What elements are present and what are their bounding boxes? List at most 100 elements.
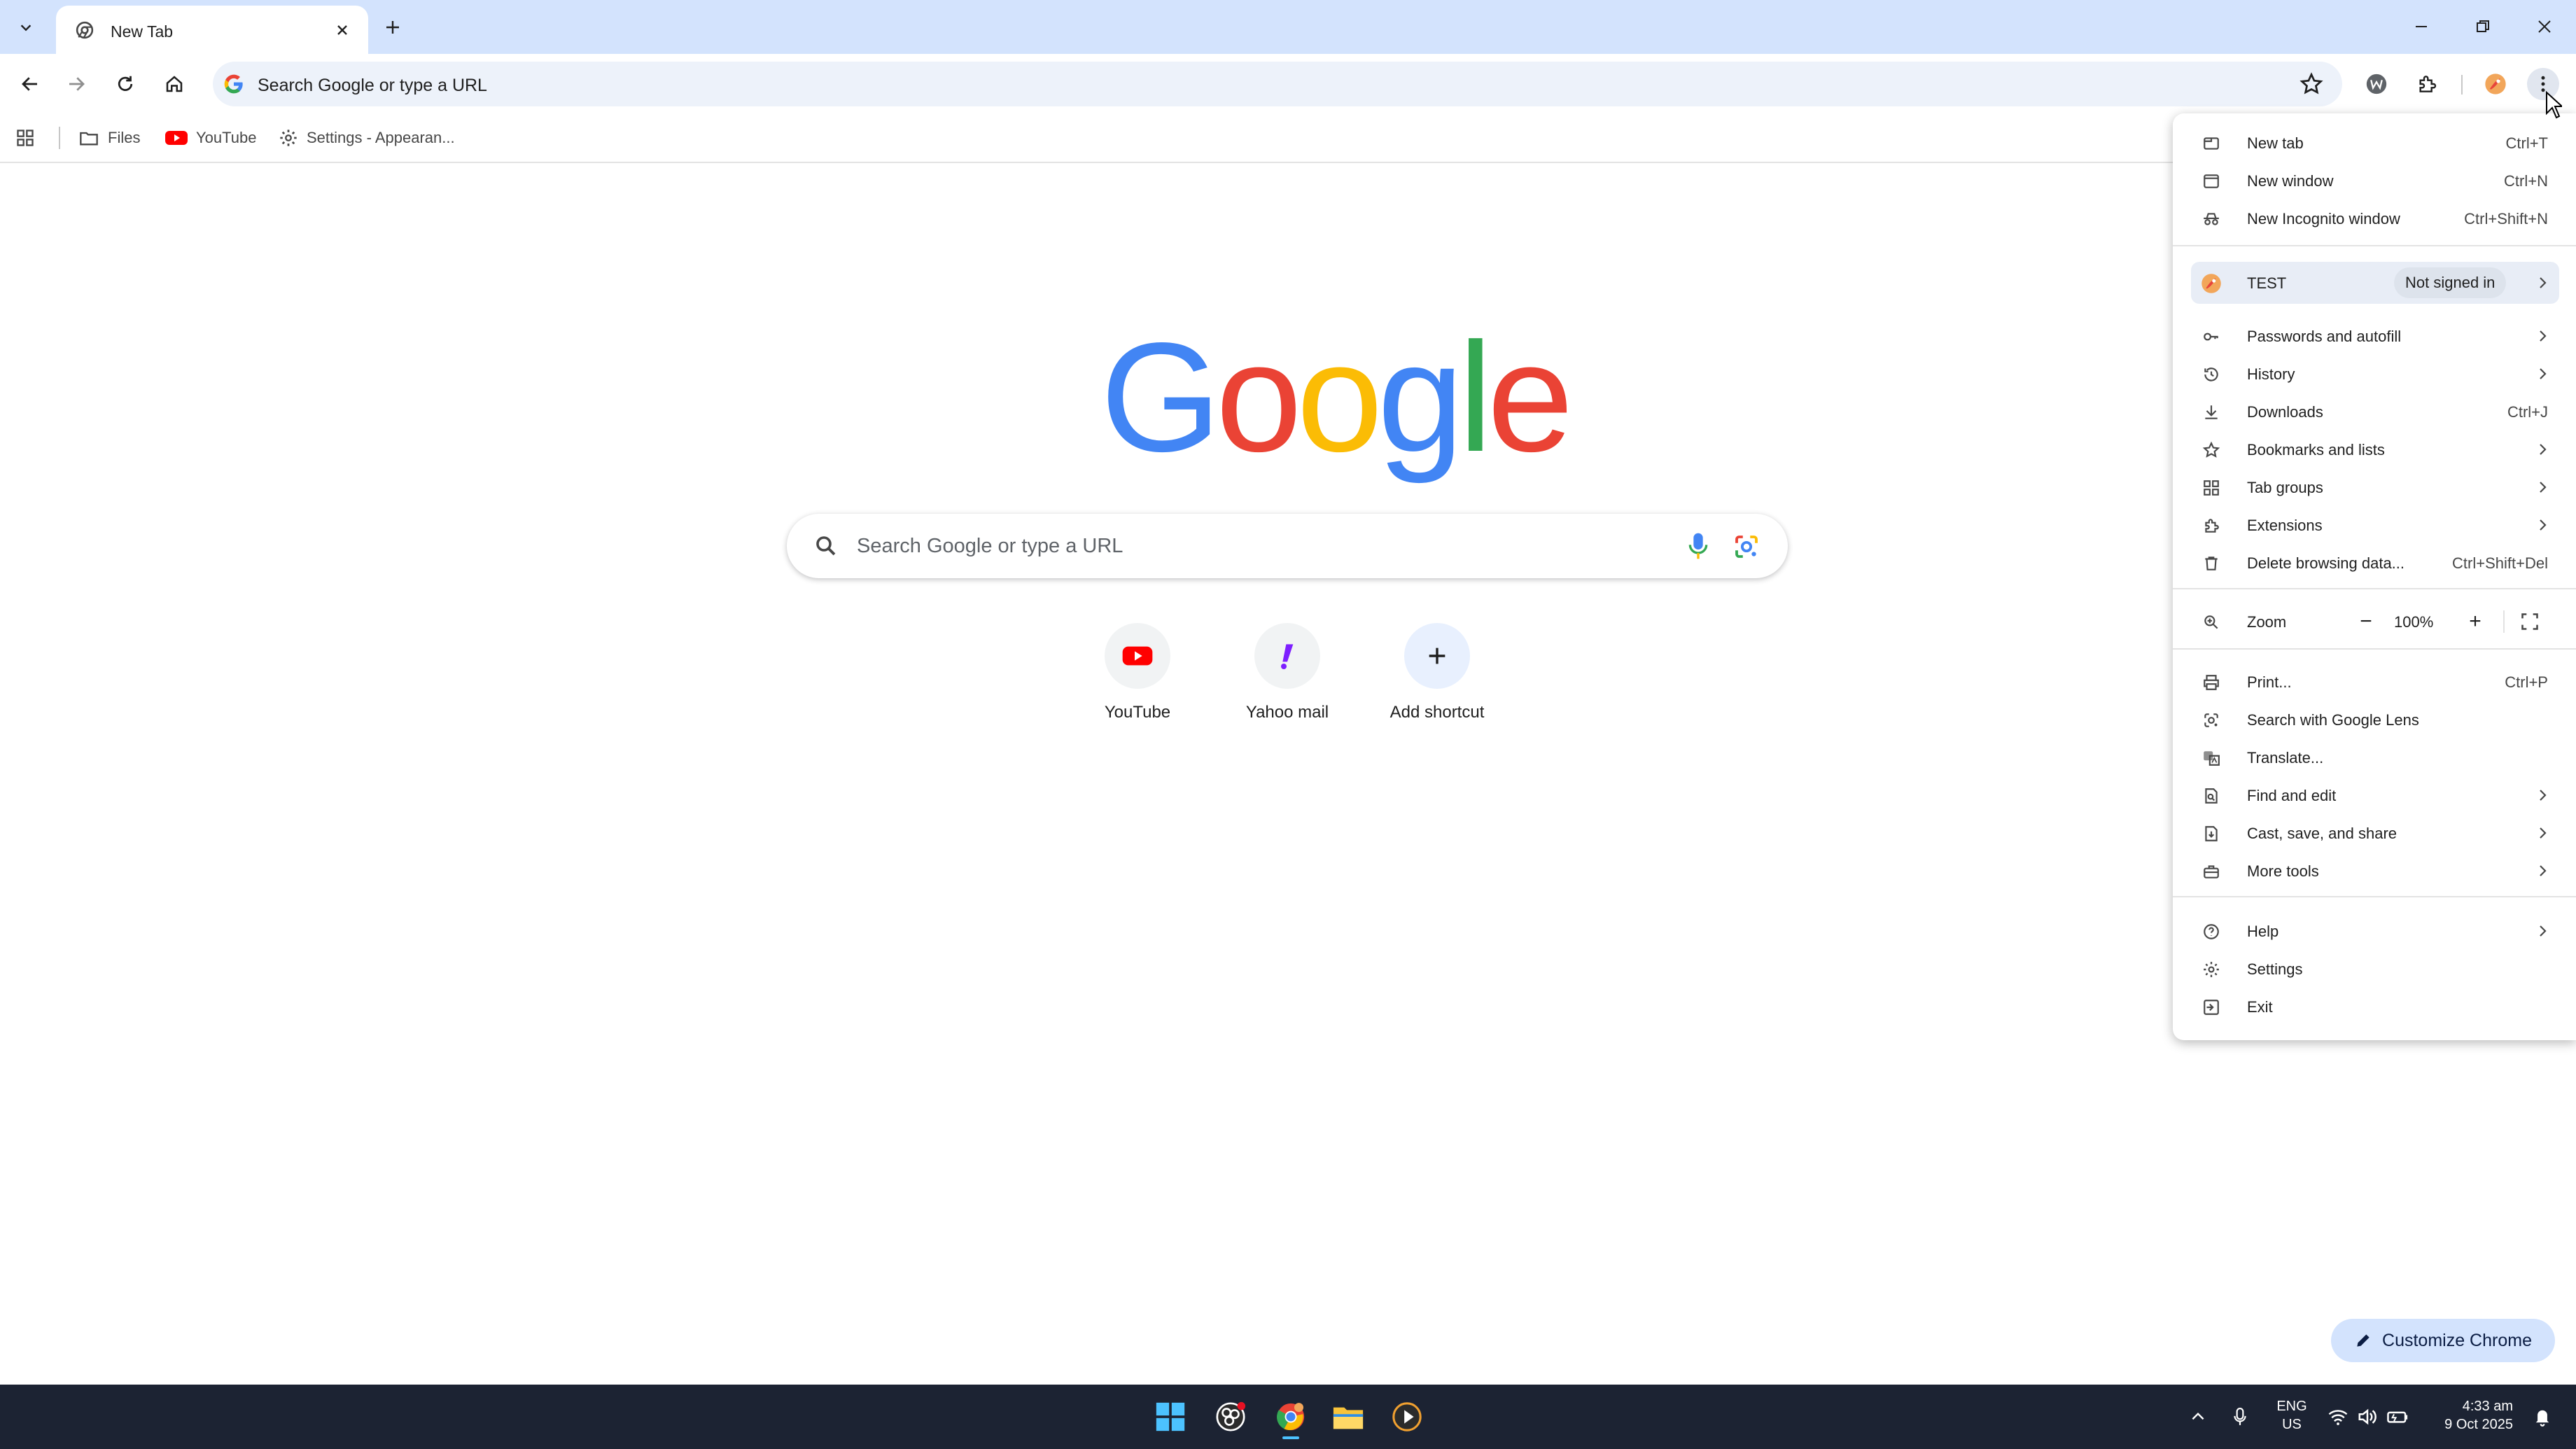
search-icon — [816, 536, 836, 556]
menu-item-print[interactable]: Print... Ctrl+P — [2173, 664, 2576, 700]
new-tab-icon — [2204, 137, 2219, 150]
taskbar-app-chrome[interactable] — [1271, 1397, 1310, 1439]
tab-close-button[interactable] — [333, 21, 351, 39]
taskbar-app-obs[interactable] — [1211, 1397, 1250, 1436]
menu-item-settings[interactable]: Settings — [2173, 951, 2576, 987]
menu-item-profile[interactable]: TEST Not signed in — [2191, 262, 2559, 304]
gear-icon — [280, 130, 297, 146]
bookmark-files[interactable]: Files — [78, 124, 140, 152]
start-button[interactable] — [1151, 1397, 1190, 1436]
restore-button[interactable] — [2458, 10, 2507, 43]
network-volume-battery-button[interactable] — [2323, 1397, 2414, 1436]
close-window-button[interactable] — [2520, 10, 2569, 43]
menu-item-cast-save-share[interactable]: Cast, save, and share — [2173, 815, 2576, 851]
menu-item-exit[interactable]: Exit — [2173, 988, 2576, 1025]
bookmark-settings-appearance[interactable]: Settings - Appearan... — [279, 124, 455, 152]
back-button[interactable] — [14, 68, 46, 100]
menu-item-label: Settings — [2247, 960, 2303, 978]
language-indicator[interactable]: ENG US — [2272, 1397, 2311, 1434]
menu-item-new-window[interactable]: New window Ctrl+N — [2173, 162, 2576, 199]
menu-item-label: Bookmarks and lists — [2247, 441, 2385, 458]
shortcut-add[interactable]: Add shortcut — [1364, 623, 1511, 735]
customize-chrome-label: Customize Chrome — [2382, 1330, 2532, 1350]
menu-item-extensions[interactable]: Extensions — [2173, 507, 2576, 543]
zoom-in-button[interactable]: + — [2461, 608, 2489, 636]
chevron-right-icon — [2540, 330, 2547, 342]
cast-save-icon — [2205, 826, 2218, 841]
ntp-search-box[interactable]: Search Google or type a URL — [787, 514, 1788, 578]
bookmark-youtube[interactable]: YouTube — [165, 124, 256, 152]
microphone-icon — [2234, 1408, 2246, 1425]
logo-letter: e — [1487, 311, 1574, 484]
clock[interactable]: 4:33 am 9 Oct 2025 — [2429, 1397, 2513, 1434]
chrome-icon — [1277, 1403, 1305, 1431]
menu-item-translate[interactable]: Translate... — [2173, 739, 2576, 776]
apps-button[interactable] — [15, 124, 35, 152]
account-extension-button[interactable] — [2360, 68, 2393, 100]
minimize-button[interactable] — [2397, 10, 2446, 43]
tab-strip: New Tab — [0, 0, 2576, 55]
taskbar-app-file-explorer[interactable] — [1329, 1397, 1368, 1436]
logo-letter: o — [1215, 311, 1303, 484]
address-bar[interactable]: Search Google or type a URL — [213, 62, 2342, 106]
reload-button[interactable] — [109, 68, 141, 100]
shortcut-yahoo-mail[interactable]: Yahoo mail — [1214, 623, 1361, 735]
menu-item-help[interactable]: Help — [2173, 913, 2576, 949]
menu-item-shortcut: Ctrl+N — [2504, 172, 2548, 190]
yahoo-icon — [1281, 644, 1294, 669]
tab-groups-icon — [2204, 480, 2219, 496]
printer-icon — [2204, 675, 2219, 690]
key-icon — [2204, 332, 2218, 341]
home-button[interactable] — [158, 68, 190, 100]
taskbar-app-media-player[interactable] — [1387, 1397, 1427, 1436]
menu-item-label: Print... — [2247, 673, 2292, 691]
menu-item-new-tab[interactable]: New tab Ctrl+T — [2173, 125, 2576, 161]
profile-button[interactable] — [2479, 68, 2512, 100]
new-tab-button[interactable] — [378, 13, 407, 42]
google-lens-icon[interactable] — [1732, 532, 1761, 561]
translate-icon — [2204, 751, 2220, 766]
menu-item-shortcut: Ctrl+J — [2507, 403, 2548, 421]
menu-item-history[interactable]: History — [2173, 356, 2576, 392]
chevron-right-icon — [2540, 519, 2547, 531]
menu-item-find-and-edit[interactable]: Find and edit — [2173, 777, 2576, 813]
menu-item-label: Passwords and autofill — [2247, 328, 2402, 345]
menu-item-new-incognito[interactable]: New Incognito window Ctrl+Shift+N — [2173, 200, 2576, 237]
fullscreen-icon[interactable] — [2520, 612, 2540, 631]
folder-icon — [80, 132, 98, 146]
menu-item-passwords[interactable]: Passwords and autofill — [2173, 318, 2576, 354]
chevron-up-icon — [2192, 1412, 2204, 1420]
microphone-tray-button[interactable] — [2220, 1397, 2260, 1436]
menu-item-delete-browsing-data[interactable]: Delete browsing data... Ctrl+Shift+Del — [2173, 545, 2576, 581]
chevron-right-icon — [2540, 827, 2547, 839]
menu-item-google-lens[interactable]: Search with Google Lens — [2173, 701, 2576, 738]
customize-chrome-button[interactable]: Customize Chrome — [2331, 1319, 2555, 1362]
menu-item-tab-groups[interactable]: Tab groups — [2173, 469, 2576, 505]
menu-item-label: New tab — [2247, 134, 2304, 152]
logo-letter: l — [1458, 311, 1492, 484]
shortcut-label: Add shortcut — [1390, 703, 1485, 722]
apps-grid-icon — [17, 130, 34, 146]
gear-icon — [2204, 962, 2219, 977]
menu-item-label: New window — [2247, 172, 2334, 190]
shortcut-youtube[interactable]: YouTube — [1064, 623, 1211, 735]
menu-item-bookmarks[interactable]: Bookmarks and lists — [2173, 431, 2576, 468]
tab-search-button[interactable] — [10, 13, 42, 42]
profile-avatar-icon — [2485, 74, 2506, 94]
taskbar: ENG US 4:33 am 9 Oct 2025 — [0, 1385, 2576, 1449]
menu-item-zoom: Zoom − 100% + — [2173, 603, 2576, 640]
menu-item-label: New Incognito window — [2247, 210, 2400, 227]
show-hidden-icons-button[interactable] — [2178, 1397, 2218, 1436]
extensions-button[interactable] — [2411, 68, 2443, 100]
menu-item-downloads[interactable]: Downloads Ctrl+J — [2173, 393, 2576, 430]
bookmark-star-icon[interactable] — [2299, 71, 2324, 97]
notifications-button[interactable] — [2523, 1397, 2562, 1436]
zoom-out-button[interactable]: − — [2352, 608, 2380, 636]
microphone-icon[interactable] — [1684, 531, 1712, 561]
menu-item-more-tools[interactable]: More tools — [2173, 853, 2576, 889]
forward-button[interactable] — [60, 68, 92, 100]
menu-divider — [2173, 896, 2576, 897]
mouse-cursor-icon — [2546, 91, 2562, 119]
tab-new-tab[interactable]: New Tab — [56, 6, 368, 55]
menu-item-label: Zoom — [2247, 613, 2287, 631]
